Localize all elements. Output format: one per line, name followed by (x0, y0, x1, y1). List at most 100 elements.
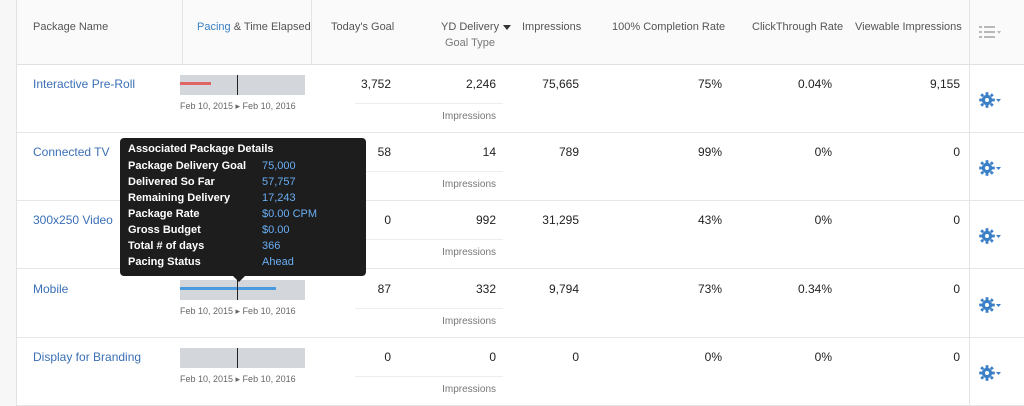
gear-icon[interactable] (978, 159, 1002, 177)
tooltip-label: Package Delivery Goal (128, 160, 247, 172)
header-yd-delivery[interactable]: YD Delivery (441, 21, 512, 33)
yd-delivery-value: 0 (489, 350, 496, 364)
header-impressions[interactable]: Impressions (522, 21, 581, 33)
tooltip-value: 366 (262, 240, 281, 252)
header-pacing-label: Pacing (197, 21, 231, 33)
goal-type-value: Impressions (442, 384, 496, 395)
completion-rate-value: 0% (704, 350, 722, 364)
time-elapsed-marker (237, 75, 238, 95)
tooltip-value: Ahead (262, 256, 294, 268)
tooltip-label: Delivered So Far (128, 176, 215, 188)
viewable-impressions-value: 0 (953, 145, 960, 159)
header-yd-delivery-label: YD Delivery (441, 21, 500, 33)
impressions-value: 75,665 (542, 77, 579, 91)
cell-divider (355, 376, 503, 377)
pacing-bar[interactable] (180, 280, 305, 300)
cell-divider (355, 103, 503, 104)
tooltip-value: 75,000 (262, 160, 296, 172)
impressions-value: 789 (558, 145, 579, 159)
package-name-link[interactable]: Display for Branding (33, 350, 141, 364)
flight-dates: Feb 10, 2015 ▸ Feb 10, 2016 (180, 101, 296, 111)
ctr-value: 0% (814, 213, 832, 227)
table-header: Package Name Pacing & Time Elapsed Today… (17, 0, 1024, 65)
completion-rate-value: 75% (697, 77, 722, 91)
package-name-link[interactable]: 300x250 Video (33, 213, 113, 227)
header-package-name[interactable]: Package Name (33, 21, 108, 33)
table-row: Mobile Feb 10, 2015 ▸ Feb 10, 2016 87 332 Im… (17, 269, 1024, 338)
ctr-value: 0% (814, 350, 832, 364)
todays-goal-value: 3,752 (360, 77, 391, 91)
pacing-bar[interactable] (180, 348, 305, 368)
tooltip-title: Associated Package Details (128, 143, 274, 155)
table-row: Interactive Pre-Roll Feb 10, 2015 ▸ Feb 1… (17, 64, 1024, 133)
header-pacing[interactable]: Pacing & Time Elapsed (197, 21, 311, 33)
gear-icon[interactable] (978, 91, 1002, 109)
viewable-impressions-value: 0 (953, 213, 960, 227)
time-elapsed-marker (237, 280, 238, 300)
header-goal-type: Goal Type (445, 37, 495, 49)
cell-divider (355, 239, 503, 240)
tooltip-label: Pacing Status (128, 256, 201, 268)
tooltip-arrow (233, 276, 245, 282)
tooltip-value: 57,757 (262, 176, 296, 188)
impressions-value: 31,295 (542, 213, 579, 227)
flight-dates: Feb 10, 2015 ▸ Feb 10, 2016 (180, 306, 296, 316)
ctr-value: 0.34% (797, 282, 832, 296)
header-viewable[interactable]: Viewable Impressions (855, 21, 962, 33)
header-time-elapsed-label: & Time Elapsed (230, 21, 311, 33)
impressions-value: 9,794 (548, 282, 579, 296)
impressions-value: 0 (572, 350, 579, 364)
gear-icon[interactable] (978, 227, 1002, 245)
viewable-impressions-value: 9,155 (929, 77, 960, 91)
column-divider (311, 0, 312, 64)
cell-divider (355, 171, 503, 172)
goal-type-value: Impressions (442, 247, 496, 258)
completion-rate-value: 73% (697, 282, 722, 296)
header-todays-goal[interactable]: Today's Goal (331, 21, 394, 33)
completion-rate-value: 99% (697, 145, 722, 159)
tooltip-label: Gross Budget (128, 224, 201, 236)
package-name-link[interactable]: Mobile (33, 282, 68, 296)
viewable-impressions-value: 0 (953, 350, 960, 364)
goal-type-value: Impressions (442, 316, 496, 327)
column-divider (182, 0, 183, 64)
table-row: Display for Branding Feb 10, 2015 ▸ Feb 1… (17, 337, 1024, 406)
pacing-fill (180, 82, 212, 85)
viewable-impressions-value: 0 (953, 282, 960, 296)
completion-rate-value: 43% (697, 213, 722, 227)
ctr-value: 0% (814, 145, 832, 159)
package-name-link[interactable]: Interactive Pre-Roll (33, 77, 135, 91)
package-details-tooltip: Associated Package Details Package Deliv… (120, 138, 366, 282)
cell-divider (355, 308, 503, 309)
yd-delivery-value: 332 (475, 282, 496, 296)
list-menu-icon[interactable] (979, 25, 1001, 39)
ctr-value: 0.04% (797, 77, 832, 91)
package-name-link[interactable]: Connected TV (33, 145, 110, 159)
pacing-bar[interactable] (180, 75, 305, 95)
yd-delivery-value: 14 (482, 145, 496, 159)
goal-type-value: Impressions (442, 111, 496, 122)
tooltip-label: Package Rate (128, 208, 200, 220)
todays-goal-value: 0 (384, 213, 391, 227)
yd-delivery-value: 2,246 (465, 77, 496, 91)
gear-icon[interactable] (978, 364, 1002, 382)
todays-goal-value: 58 (377, 145, 391, 159)
tooltip-label: Total # of days (128, 240, 205, 252)
flight-dates: Feb 10, 2015 ▸ Feb 10, 2016 (180, 374, 296, 384)
tooltip-value: $0.00 CPM (262, 208, 318, 220)
header-completion-rate[interactable]: 100% Completion Rate (612, 21, 725, 33)
tooltip-label: Remaining Delivery (128, 192, 231, 204)
yd-delivery-value: 992 (475, 213, 496, 227)
goal-type-value: Impressions (442, 179, 496, 190)
left-gutter (0, 0, 17, 406)
todays-goal-value: 87 (377, 282, 391, 296)
package-table: Package Name Pacing & Time Elapsed Today… (17, 0, 1024, 406)
header-ctr[interactable]: ClickThrough Rate (752, 21, 843, 33)
tooltip-value: $0.00 (262, 224, 290, 236)
gear-icon[interactable] (978, 296, 1002, 314)
pacing-fill (180, 287, 277, 290)
todays-goal-value: 0 (384, 350, 391, 364)
tooltip-value: 17,243 (262, 192, 296, 204)
sort-desc-icon (503, 24, 512, 30)
time-elapsed-marker (237, 348, 238, 368)
